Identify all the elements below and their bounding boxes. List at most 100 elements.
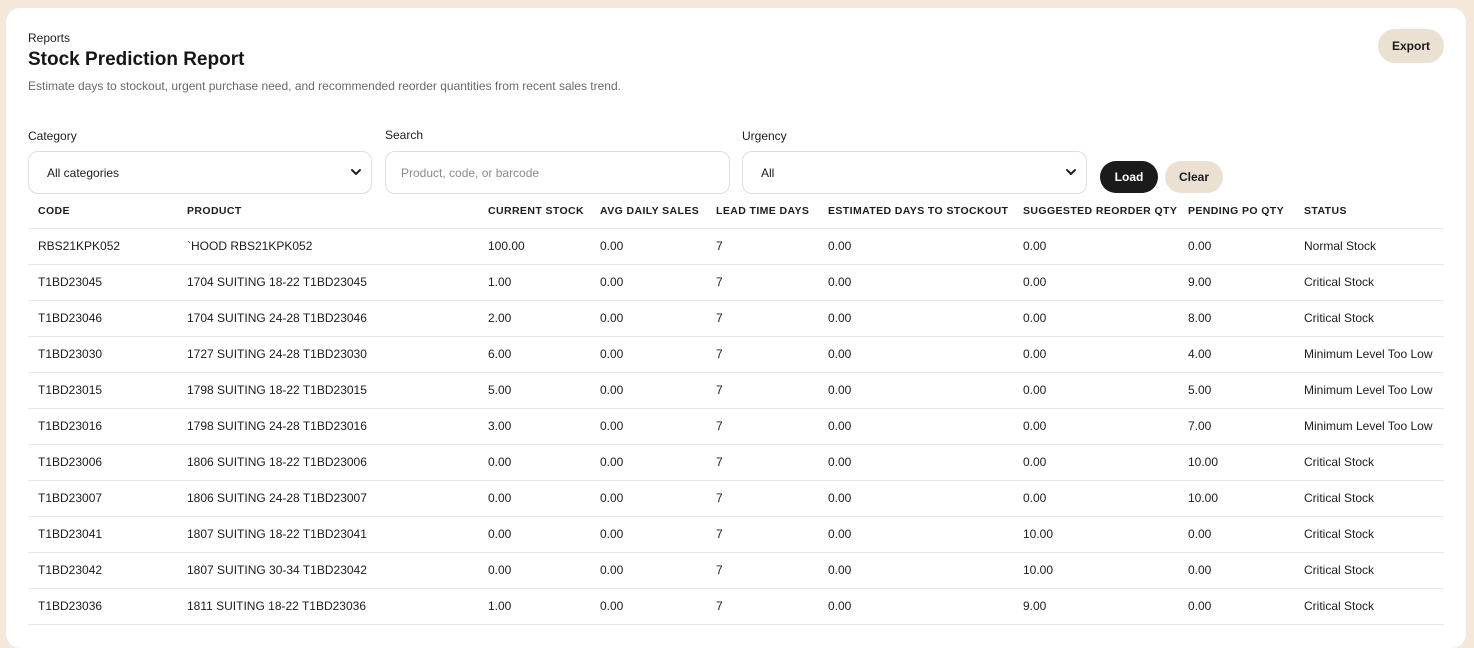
suggested-reorder-qty-cell: 9.00 <box>1013 588 1178 625</box>
code-cell: T1BD23041 <box>28 516 177 553</box>
status-cell: Minimum Level Too Low <box>1294 408 1444 445</box>
estimated-days-to-stockout-cell: 0.00 <box>818 300 1013 337</box>
product-cell: 1807 SUITING 18-22 T1BD23041 <box>177 516 478 553</box>
pending-po-qty-cell: 4.00 <box>1178 336 1294 373</box>
table-row[interactable]: T1BD23045 1704 SUITING 18-22 T1BD23045 1.0… <box>28 264 1444 301</box>
code-cell: T1BD23006 <box>28 444 177 481</box>
table-row[interactable]: T1BD23016 1798 SUITING 24-28 T1BD23016 3.0… <box>28 408 1444 445</box>
current-stock-cell: 1.00 <box>478 264 590 301</box>
table-row[interactable]: T1BD23030 1727 SUITING 24-28 T1BD23030 6.0… <box>28 336 1444 373</box>
lead-time-days-cell: 7 <box>706 372 818 409</box>
status-cell: Critical Stock <box>1294 480 1444 517</box>
avg-daily-sales-cell: 0.00 <box>590 552 706 589</box>
chevron-down-icon <box>1066 169 1076 175</box>
product-cell: 1806 SUITING 18-22 T1BD23006 <box>177 444 478 481</box>
pending-po-qty-cell: 0.00 <box>1178 588 1294 625</box>
column-header-current-stock[interactable]: CURRENT STOCK <box>478 194 590 229</box>
search-placeholder: Product, code, or barcode <box>401 165 540 180</box>
suggested-reorder-qty-cell: 0.00 <box>1013 480 1178 517</box>
lead-time-days-cell: 7 <box>706 300 818 337</box>
product-cell: 1806 SUITING 24-28 T1BD23007 <box>177 480 478 517</box>
pending-po-qty-cell: 8.00 <box>1178 300 1294 337</box>
product-cell: 1727 SUITING 24-28 T1BD23030 <box>177 336 478 373</box>
pending-po-qty-cell: 0.00 <box>1178 552 1294 589</box>
suggested-reorder-qty-cell: 10.00 <box>1013 552 1178 589</box>
product-cell: 1807 SUITING 30-34 T1BD23042 <box>177 552 478 589</box>
status-cell: Critical Stock <box>1294 300 1444 337</box>
column-header-pending-po-qty[interactable]: PENDING PO QTY <box>1178 194 1294 229</box>
product-cell: 1798 SUITING 24-28 T1BD23016 <box>177 408 478 445</box>
search-input[interactable]: Product, code, or barcode <box>385 151 730 194</box>
lead-time-days-cell: 7 <box>706 588 818 625</box>
code-cell: T1BD23016 <box>28 408 177 445</box>
product-cell: 1798 SUITING 18-22 T1BD23015 <box>177 372 478 409</box>
suggested-reorder-qty-cell: 0.00 <box>1013 408 1178 445</box>
code-cell: T1BD23030 <box>28 336 177 373</box>
load-button[interactable]: Load <box>1100 161 1158 193</box>
current-stock-cell: 5.00 <box>478 372 590 409</box>
pending-po-qty-cell: 9.00 <box>1178 264 1294 301</box>
product-cell: `HOOD RBS21KPK052 <box>177 228 478 265</box>
column-header-suggested-reorder-qty[interactable]: SUGGESTED REORDER QTY <box>1013 194 1178 229</box>
column-header-lead-time-days[interactable]: LEAD TIME DAYS <box>706 194 818 229</box>
current-stock-cell: 2.00 <box>478 300 590 337</box>
stock-prediction-table: CODE PRODUCT CURRENT STOCK AVG DAILY SAL… <box>28 194 1444 625</box>
table-row[interactable]: RBS21KPK052 `HOOD RBS21KPK052 100.00 0.00 7 0… <box>28 228 1444 265</box>
breadcrumb[interactable]: Reports <box>28 31 70 45</box>
export-button[interactable]: Export <box>1378 29 1444 63</box>
lead-time-days-cell: 7 <box>706 408 818 445</box>
suggested-reorder-qty-cell: 0.00 <box>1013 372 1178 409</box>
column-header-avg-daily-sales[interactable]: AVG DAILY SALES <box>590 194 706 229</box>
column-header-estimated-days-to-stockout[interactable]: ESTIMATED DAYS TO STOCKOUT <box>818 194 1013 229</box>
table-row[interactable]: T1BD23042 1807 SUITING 30-34 T1BD23042 0.0… <box>28 552 1444 589</box>
lead-time-days-cell: 7 <box>706 516 818 553</box>
avg-daily-sales-cell: 0.00 <box>590 264 706 301</box>
table-row[interactable]: T1BD23041 1807 SUITING 18-22 T1BD23041 0.0… <box>28 516 1444 553</box>
column-header-product[interactable]: PRODUCT <box>177 194 478 229</box>
urgency-select[interactable]: All <box>742 151 1087 194</box>
table-row[interactable]: T1BD23006 1806 SUITING 18-22 T1BD23006 0.0… <box>28 444 1444 481</box>
status-cell: Critical Stock <box>1294 552 1444 589</box>
avg-daily-sales-cell: 0.00 <box>590 372 706 409</box>
code-cell: RBS21KPK052 <box>28 228 177 265</box>
estimated-days-to-stockout-cell: 0.00 <box>818 588 1013 625</box>
estimated-days-to-stockout-cell: 0.00 <box>818 552 1013 589</box>
page-subtitle: Estimate days to stockout, urgent purcha… <box>28 79 621 93</box>
estimated-days-to-stockout-cell: 0.00 <box>818 336 1013 373</box>
status-cell: Critical Stock <box>1294 264 1444 301</box>
code-cell: T1BD23036 <box>28 588 177 625</box>
status-cell: Normal Stock <box>1294 228 1444 265</box>
lead-time-days-cell: 7 <box>706 552 818 589</box>
chevron-down-icon <box>351 169 361 175</box>
category-label: Category <box>28 129 77 143</box>
current-stock-cell: 100.00 <box>478 228 590 265</box>
table-row[interactable]: T1BD23046 1704 SUITING 24-28 T1BD23046 2.0… <box>28 300 1444 337</box>
pending-po-qty-cell: 10.00 <box>1178 480 1294 517</box>
product-cell: 1811 SUITING 18-22 T1BD23036 <box>177 588 478 625</box>
estimated-days-to-stockout-cell: 0.00 <box>818 228 1013 265</box>
suggested-reorder-qty-cell: 0.00 <box>1013 228 1178 265</box>
category-select-value: All categories <box>47 165 120 180</box>
table-row[interactable]: T1BD23015 1798 SUITING 18-22 T1BD23015 5.0… <box>28 372 1444 409</box>
current-stock-cell: 3.00 <box>478 408 590 445</box>
lead-time-days-cell: 7 <box>706 336 818 373</box>
estimated-days-to-stockout-cell: 0.00 <box>818 264 1013 301</box>
category-select[interactable]: All categories <box>28 151 372 194</box>
current-stock-cell: 1.00 <box>478 588 590 625</box>
avg-daily-sales-cell: 0.00 <box>590 408 706 445</box>
column-header-status[interactable]: STATUS <box>1294 194 1444 229</box>
table-row[interactable]: T1BD23036 1811 SUITING 18-22 T1BD23036 1.0… <box>28 588 1444 625</box>
status-cell: Critical Stock <box>1294 516 1444 553</box>
clear-button[interactable]: Clear <box>1165 161 1223 193</box>
suggested-reorder-qty-cell: 10.00 <box>1013 516 1178 553</box>
table-row[interactable]: T1BD23007 1806 SUITING 24-28 T1BD23007 0.0… <box>28 480 1444 517</box>
column-header-code[interactable]: CODE <box>28 194 177 229</box>
estimated-days-to-stockout-cell: 0.00 <box>818 516 1013 553</box>
avg-daily-sales-cell: 0.00 <box>590 516 706 553</box>
status-cell: Critical Stock <box>1294 588 1444 625</box>
current-stock-cell: 0.00 <box>478 516 590 553</box>
status-cell: Minimum Level Too Low <box>1294 336 1444 373</box>
lead-time-days-cell: 7 <box>706 228 818 265</box>
pending-po-qty-cell: 0.00 <box>1178 516 1294 553</box>
pending-po-qty-cell: 7.00 <box>1178 408 1294 445</box>
